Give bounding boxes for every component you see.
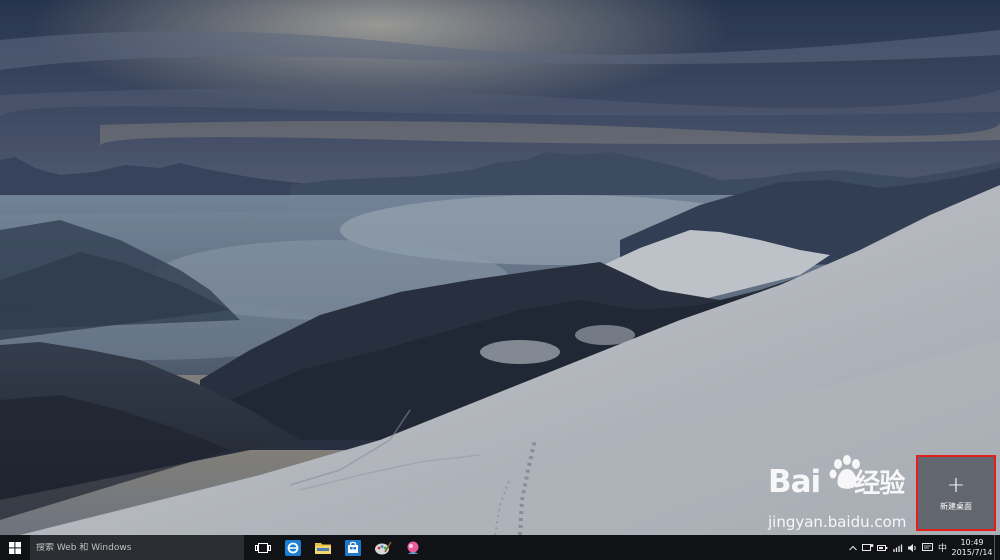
plus-icon: + (946, 472, 966, 498)
store-icon (345, 539, 361, 556)
desktop-wallpaper (0, 0, 1000, 535)
battery-icon (876, 544, 887, 551)
search-input[interactable] (36, 542, 236, 553)
app-button-2[interactable] (398, 535, 428, 560)
clock[interactable]: 10:49 2015/7/14 (950, 538, 994, 558)
network-button[interactable] (890, 535, 905, 560)
taskbar: 中 10:49 2015/7/14 (0, 535, 1000, 560)
new-desktop-button[interactable]: + 新建桌面 (916, 455, 996, 531)
file-explorer-icon (315, 542, 331, 554)
clock-date: 2015/7/14 (951, 547, 993, 557)
windows-logo-icon (9, 541, 21, 554)
action-center-icon (922, 542, 933, 551)
ie-button[interactable] (278, 535, 308, 560)
file-explorer-button[interactable] (308, 535, 338, 560)
clock-time: 10:49 (960, 537, 984, 547)
task-view-icon (255, 542, 271, 553)
photo-app-icon (407, 541, 419, 554)
new-desktop-label: 新建桌面 (940, 501, 972, 511)
start-button[interactable] (0, 535, 30, 560)
speaker-icon (908, 543, 916, 552)
show-desktop-button[interactable] (994, 535, 1000, 560)
power-button[interactable] (875, 535, 890, 560)
task-view-button[interactable] (248, 535, 278, 560)
chevron-up-icon (848, 545, 857, 550)
paint-app-icon (375, 541, 392, 554)
wallpaper-image (0, 0, 1000, 535)
volume-button[interactable] (905, 535, 920, 560)
taskbar-apps (248, 535, 428, 560)
ie-icon (285, 539, 301, 556)
store-button[interactable] (338, 535, 368, 560)
system-tray: 中 10:49 2015/7/14 (845, 535, 1000, 560)
tray-app-button[interactable] (860, 535, 875, 560)
ime-indicator[interactable]: 中 (935, 535, 950, 560)
network-icon (892, 544, 902, 552)
notifications-button[interactable] (920, 535, 935, 560)
app-button-1[interactable] (368, 535, 398, 560)
search-box[interactable] (30, 535, 244, 560)
tray-app-icon (861, 544, 873, 551)
tray-overflow-button[interactable] (845, 535, 860, 560)
